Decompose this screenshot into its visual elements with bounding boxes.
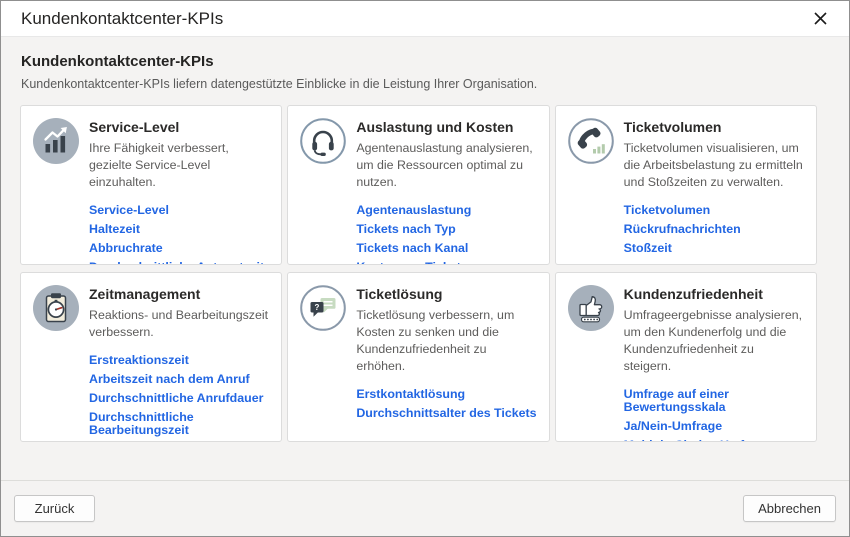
page-subtitle: Kundenkontaktcenter-KPIs liefern datenge…	[21, 77, 817, 91]
link-service-level[interactable]: Service-Level	[89, 204, 269, 217]
card-title: Ticketvolumen	[624, 119, 804, 135]
card-description: Ticketlösung verbessern, um Kosten zu se…	[356, 307, 536, 375]
link-tickets-nach-typ[interactable]: Tickets nach Typ	[356, 223, 536, 236]
card-description: Reaktions- und Bearbeitungszeit verbesse…	[89, 307, 269, 341]
dialog-kundenkontaktcenter-kpis: Kundenkontaktcenter-KPIs Kundenkontaktce…	[0, 0, 850, 537]
headset-icon	[300, 118, 346, 164]
link-abbruchrate[interactable]: Abbruchrate	[89, 242, 269, 255]
dialog-footer: Zurück Abbrechen	[1, 480, 849, 536]
card-title: Zeitmanagement	[89, 286, 269, 302]
dialog-content: Kundenkontaktcenter-KPIs Kundenkontaktce…	[1, 37, 849, 480]
card-description: Umfrageergebnisse analysieren, um den Ku…	[624, 307, 804, 375]
card-description: Ihre Fähigkeit verbessert, gezielte Serv…	[89, 140, 269, 191]
link-kosten-pro-ticket[interactable]: Kosten pro Ticket	[356, 261, 536, 265]
card-ticketvolumen: Ticketvolumen Ticketvolumen visualisiere…	[555, 105, 817, 265]
link-rueckrufnachrichten[interactable]: Rückrufnachrichten	[624, 223, 804, 236]
link-multiple-choice-umfrage[interactable]: Multiple-Choice-Umfrage	[624, 439, 804, 442]
link-agentenauslastung[interactable]: Agentenauslastung	[356, 204, 536, 217]
card-title: Ticketlösung	[356, 286, 536, 302]
card-description: Agentenauslastung analysieren, um die Re…	[356, 140, 536, 191]
window-title: Kundenkontaktcenter-KPIs	[21, 9, 223, 29]
card-zeitmanagement: Zeitmanagement Reaktions- und Bearbeitun…	[20, 272, 282, 442]
link-erstreaktionszeit[interactable]: Erstreaktionszeit	[89, 354, 269, 367]
cancel-button[interactable]: Abbrechen	[743, 495, 836, 522]
link-ja-nein-umfrage[interactable]: Ja/Nein-Umfrage	[624, 420, 804, 433]
link-durchschnittsalter-des-tickets[interactable]: Durchschnittsalter des Tickets	[356, 407, 536, 420]
back-button[interactable]: Zurück	[14, 495, 95, 522]
link-durchschnittliche-anrufdauer[interactable]: Durchschnittliche Anrufdauer	[89, 392, 269, 405]
close-icon	[813, 11, 828, 26]
link-durchschnittliche-antwortzeit[interactable]: Durchschnittliche Antwortzeit	[89, 261, 269, 265]
card-kundenzufriedenheit: Kundenzufriedenheit Umfrageergebnisse an…	[555, 272, 817, 442]
kpi-card-grid: Service-Level Ihre Fähigkeit verbessert,…	[20, 105, 817, 442]
card-service-level: Service-Level Ihre Fähigkeit verbessert,…	[20, 105, 282, 265]
card-title: Auslastung und Kosten	[356, 119, 536, 135]
card-title: Service-Level	[89, 119, 269, 135]
dialog-titlebar: Kundenkontaktcenter-KPIs	[1, 1, 849, 37]
link-haltezeit[interactable]: Haltezeit	[89, 223, 269, 236]
stopwatch-clipboard-icon	[33, 285, 79, 331]
svg-text:?: ?	[315, 303, 320, 312]
page-title: Kundenkontaktcenter-KPIs	[21, 53, 817, 70]
link-arbeitszeit-nach-dem-anruf[interactable]: Arbeitszeit nach dem Anruf	[89, 373, 269, 386]
card-ticketloesung: ? Ticketlösung Ticketlösung verbessern, …	[287, 272, 549, 442]
chart-increase-icon	[33, 118, 79, 164]
link-erstkontaktloesung[interactable]: Erstkontaktlösung	[356, 388, 536, 401]
link-durchschnittliche-bearbeitungszeit[interactable]: Durchschnittliche Bearbeitungszeit	[89, 411, 269, 437]
card-title: Kundenzufriedenheit	[624, 286, 804, 302]
chat-question-icon: ?	[300, 285, 346, 331]
link-umfrage-bewertungsskala[interactable]: Umfrage auf einer Bewertungsskala	[624, 388, 804, 414]
card-auslastung-und-kosten: Auslastung und Kosten Agentenauslastung …	[287, 105, 549, 265]
link-ticketvolumen[interactable]: Ticketvolumen	[624, 204, 804, 217]
card-description: Ticketvolumen visualisieren, um die Arbe…	[624, 140, 804, 191]
link-tickets-nach-kanal[interactable]: Tickets nach Kanal	[356, 242, 536, 255]
link-stosszeit[interactable]: Stoßzeit	[624, 242, 804, 255]
close-button[interactable]	[807, 6, 833, 32]
thumbs-up-rating-icon	[568, 285, 614, 331]
phone-volume-icon	[568, 118, 614, 164]
